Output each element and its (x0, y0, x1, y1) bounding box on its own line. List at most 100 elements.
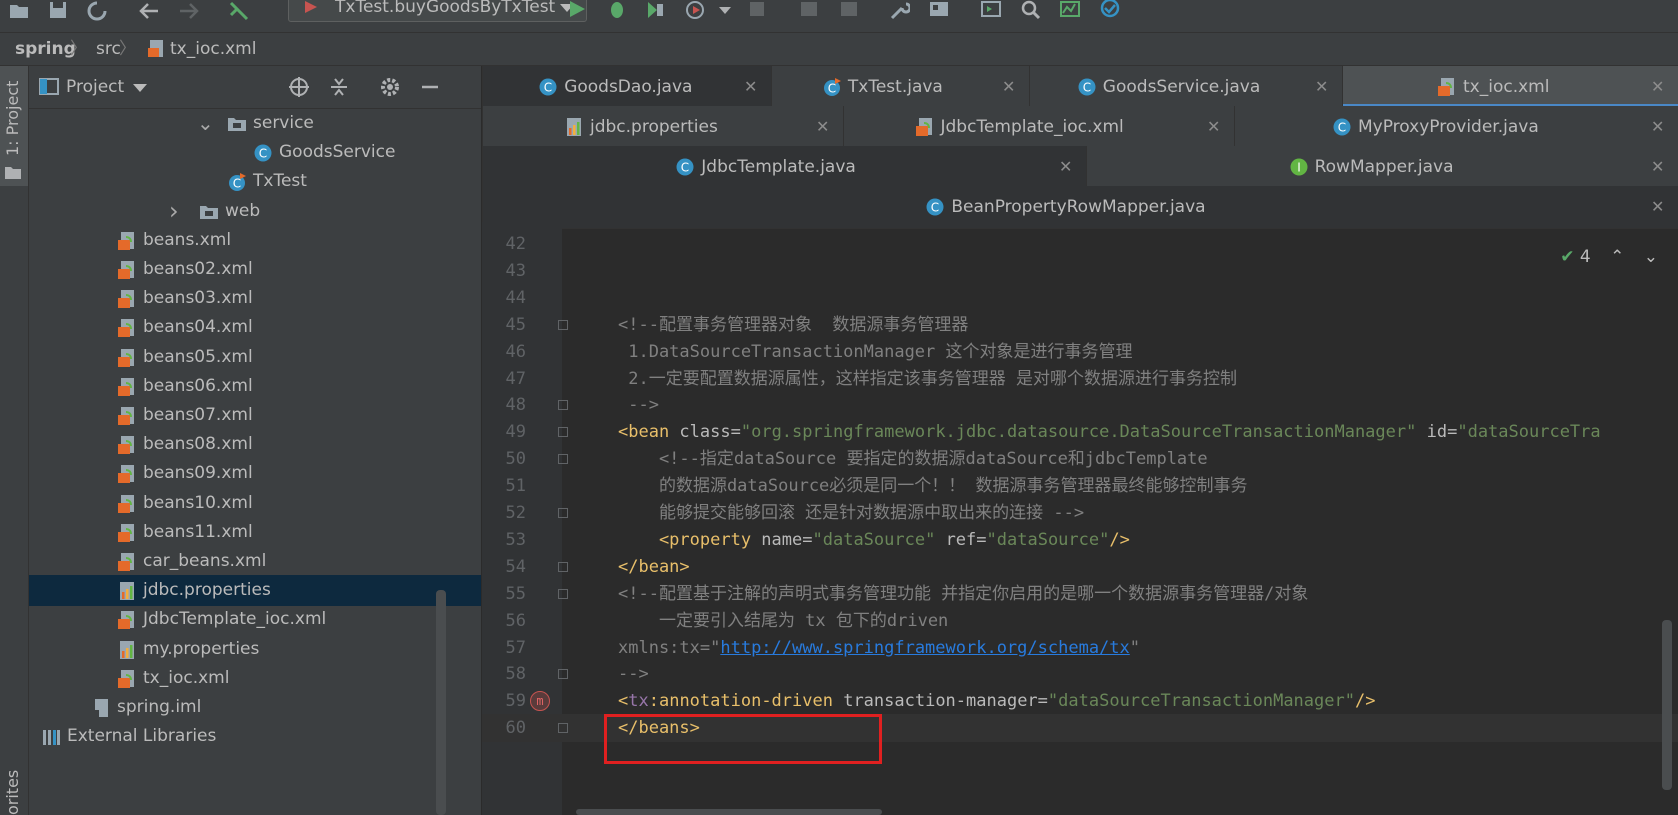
tree-file-item[interactable]: spring.iml (29, 692, 481, 723)
run-icon[interactable] (566, 0, 588, 22)
run-configuration-selector[interactable]: TxTest.buyGoodsByTxTest (288, 0, 587, 22)
fold-marker-icon[interactable] (558, 400, 568, 411)
project-tool-button[interactable]: 1: Project (0, 66, 28, 186)
tree-file-item[interactable]: beans04.xml (29, 312, 481, 343)
tree-folder-item[interactable]: ⌄ service (29, 108, 481, 139)
code-line[interactable]: 52 能够提交能够回滚 还是针对数据源中取出来的连接 --> (482, 499, 1678, 527)
forward-icon[interactable] (178, 0, 200, 22)
tree-file-item[interactable]: beans09.xml (29, 458, 481, 489)
code-line[interactable]: 42 (482, 230, 1678, 258)
tree-file-item[interactable]: tx_ioc.xml (29, 663, 481, 694)
settings-icon[interactable] (888, 0, 910, 22)
code-line[interactable]: 47 2.一定要配置数据源属性，这样指定该事务管理器 是对哪个数据源进行事务控制 (482, 365, 1678, 393)
code-line[interactable]: 49 <bean class="org.springframework.jdbc.… (482, 418, 1678, 446)
code-line[interactable]: 59 <tx:annotation-driven transaction-mana… (482, 687, 1678, 715)
tree-file-item[interactable]: ›External Libraries (29, 721, 481, 752)
attach-icon[interactable] (798, 0, 820, 22)
editor-tab[interactable]: C GoodsDao.java ✕ (483, 66, 772, 108)
editor-tab[interactable]: C MyProxyProvider.java ✕ (1235, 106, 1678, 148)
terminal-icon[interactable] (980, 0, 1002, 22)
coverage-icon[interactable] (645, 0, 667, 22)
code-line[interactable]: 56 一定要引入结尾为 tx 包下的driven (482, 607, 1678, 635)
editor-horizontal-scrollbar[interactable] (576, 809, 882, 815)
profile-icon[interactable] (685, 0, 707, 22)
code-line[interactable]: 51 的数据源dataSource必须是同一个！！ 数据源事务管理器最终能够控制… (482, 472, 1678, 500)
fold-marker-icon[interactable] (558, 454, 568, 465)
hide-icon[interactable] (419, 76, 441, 98)
search-icon[interactable] (1020, 0, 1042, 22)
collapse-all-icon[interactable] (328, 76, 350, 98)
close-icon[interactable]: ✕ (1315, 66, 1328, 108)
code-line[interactable]: 48 --> (482, 391, 1678, 419)
editor-tab[interactable]: JdbcTemplate_ioc.xml ✕ (844, 106, 1235, 148)
chevron-down-icon[interactable]: ⌄ (1644, 247, 1658, 267)
editor-tab[interactable]: I RowMapper.java ✕ (1087, 146, 1678, 188)
editor-tab[interactable]: C GoodsService.java ✕ (1030, 66, 1343, 108)
breadcrumb-project[interactable]: spring (15, 33, 76, 65)
tree-file-item[interactable]: car_beans.xml (29, 546, 481, 577)
close-icon[interactable]: ✕ (816, 106, 829, 148)
layout-icon[interactable] (838, 0, 860, 22)
editor-scrollbar[interactable] (1662, 620, 1672, 790)
editor-tab[interactable]: C JdbcTemplate.java ✕ (483, 146, 1087, 188)
editor-tab[interactable]: C BeanPropertyRowMapper.java ✕ (483, 186, 1678, 228)
close-icon[interactable]: ✕ (1651, 66, 1664, 108)
tree-file-item[interactable]: C GoodsService (29, 137, 481, 168)
project-panel-title[interactable]: Project (66, 66, 124, 108)
tree-file-item[interactable]: beans11.xml (29, 517, 481, 548)
fold-marker-icon[interactable] (558, 508, 568, 518)
build-icon[interactable] (228, 0, 250, 22)
code-line[interactable]: 54 </bean> (482, 553, 1678, 581)
gutter-bean-icon[interactable]: m (530, 691, 550, 712)
sync-icon[interactable] (86, 0, 108, 22)
editor-tab[interactable]: tx_ioc.xml ✕ (1343, 66, 1678, 108)
chevron-down-icon[interactable] (714, 0, 736, 22)
favorites-tool-label[interactable]: orites (3, 770, 22, 815)
chevron-up-icon[interactable]: ⌃ (1610, 247, 1624, 267)
fold-marker-icon[interactable] (558, 561, 568, 572)
inspection-indicator[interactable]: ✔ 4 ⌃ ⌄ (1560, 247, 1658, 267)
code-line[interactable]: 58 --> (482, 660, 1678, 688)
tree-file-item[interactable]: JdbcTemplate_ioc.xml (29, 604, 481, 635)
chevron-down-icon[interactable]: ⌄ (197, 108, 214, 139)
code-line[interactable]: 46 1.DataSourceTransactionManager 这个对象是进… (482, 338, 1678, 366)
tree-folder-item[interactable]: › web (29, 196, 481, 227)
editor-tab[interactable]: jdbc.properties ✕ (483, 106, 844, 148)
tree-file-item[interactable]: my.properties (29, 634, 481, 665)
debug-icon[interactable] (606, 0, 628, 22)
tree-file-item[interactable]: C TxTest (29, 166, 481, 197)
tree-file-item[interactable]: beans10.xml (29, 488, 481, 519)
tree-file-item[interactable]: beans08.xml (29, 429, 481, 460)
close-icon[interactable]: ✕ (1059, 146, 1072, 188)
tree-file-item[interactable]: beans06.xml (29, 371, 481, 402)
tree-file-item[interactable]: beans.xml (29, 225, 481, 256)
project-tree-scrollbar[interactable] (436, 590, 446, 815)
fold-marker-icon[interactable] (558, 723, 568, 734)
code-line[interactable]: 53 <property name="dataSource" ref="data… (482, 526, 1678, 554)
code-line[interactable]: 55 <!--配置基于注解的声明式事务管理功能 并指定你启用的是哪一个数据源事务管… (482, 580, 1678, 608)
metrics-icon[interactable] (1059, 0, 1081, 22)
breadcrumb-src[interactable]: src (96, 33, 121, 65)
breadcrumb-file[interactable]: tx_ioc.xml (170, 33, 256, 65)
code-line[interactable]: 50 <!--指定dataSource 要指定的数据源dataSource和jd… (482, 445, 1678, 473)
back-icon[interactable] (138, 0, 160, 22)
chevron-right-icon[interactable]: › (169, 196, 179, 227)
fold-marker-icon[interactable] (558, 427, 568, 438)
close-icon[interactable]: ✕ (1651, 186, 1664, 228)
code-line[interactable]: 43 (482, 257, 1678, 285)
close-icon[interactable]: ✕ (1651, 146, 1664, 188)
tree-file-item[interactable]: jdbc.properties (29, 575, 481, 607)
code-line[interactable]: 44 (482, 284, 1678, 312)
tree-file-item[interactable]: beans03.xml (29, 283, 481, 314)
code-line[interactable]: 57 xmlns:tx="http://www.springframework.o… (482, 634, 1678, 662)
tree-file-item[interactable]: beans07.xml (29, 400, 481, 431)
tree-file-item[interactable]: beans05.xml (29, 342, 481, 373)
close-icon[interactable]: ✕ (1002, 66, 1015, 108)
editor-tab[interactable]: C TxTest.java ✕ (772, 66, 1030, 108)
close-icon[interactable]: ✕ (1651, 106, 1664, 148)
fold-marker-icon[interactable] (558, 319, 568, 330)
save-icon[interactable] (47, 0, 69, 22)
structure-icon[interactable] (928, 0, 950, 22)
close-icon[interactable]: ✕ (1207, 106, 1220, 148)
fold-marker-icon[interactable] (558, 588, 568, 599)
